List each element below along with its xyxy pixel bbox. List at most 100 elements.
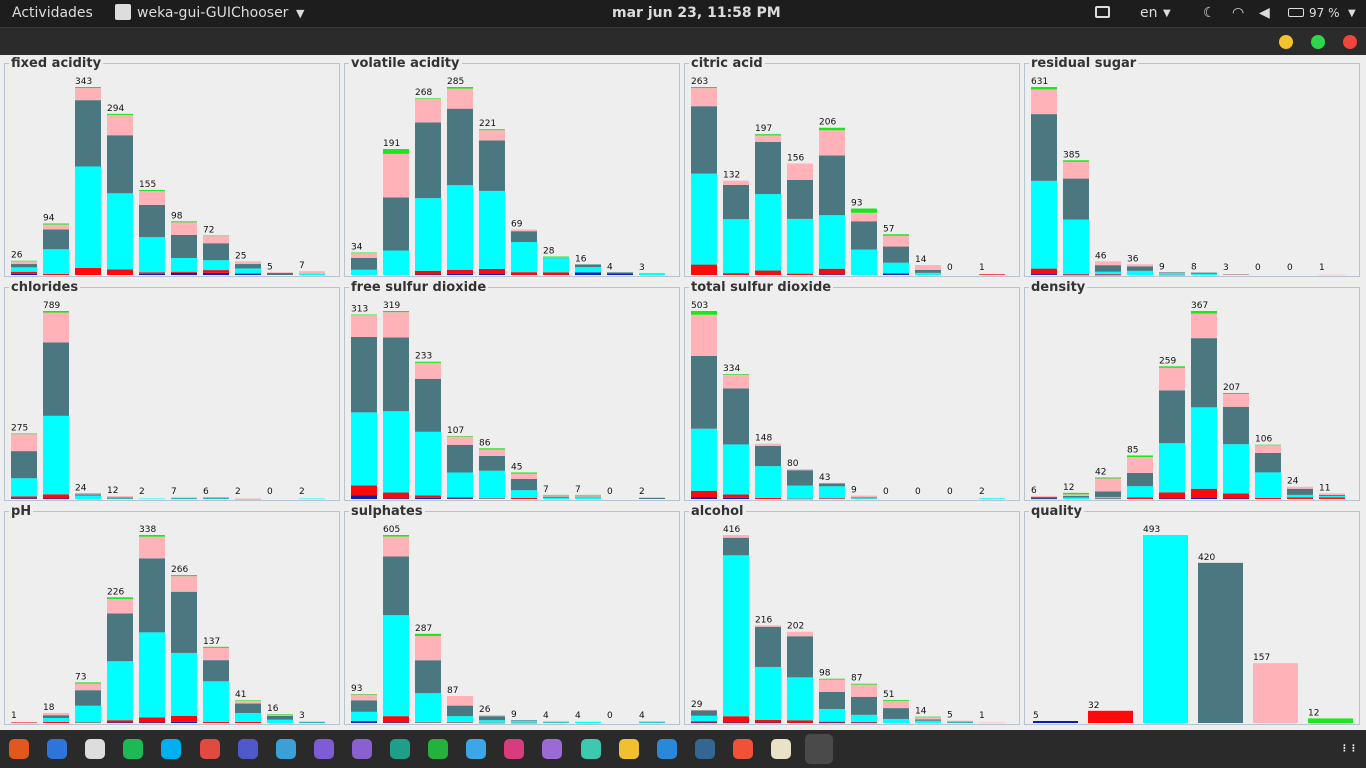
- bar-segment[interactable]: [447, 435, 473, 437]
- bar-segment[interactable]: [575, 497, 601, 499]
- bar-segment[interactable]: [1223, 444, 1249, 494]
- bar-segment[interactable]: [511, 272, 537, 275]
- bar-segment[interactable]: [415, 122, 441, 199]
- bar-segment[interactable]: [415, 495, 441, 498]
- bar-segment[interactable]: [511, 497, 537, 499]
- bar-segment[interactable]: [1095, 274, 1121, 275]
- bar-segment[interactable]: [171, 652, 197, 716]
- bar-segment[interactable]: [447, 444, 473, 473]
- bar-segment[interactable]: [915, 272, 941, 275]
- bar-segment[interactable]: [787, 470, 813, 486]
- bar-segment[interactable]: [819, 482, 845, 484]
- bar-segment[interactable]: [171, 575, 197, 577]
- bar-segment[interactable]: [235, 700, 261, 701]
- bar-segment[interactable]: [351, 700, 377, 712]
- bar-segment[interactable]: [787, 179, 813, 219]
- bar-segment[interactable]: [383, 312, 409, 338]
- bar-segment[interactable]: [203, 497, 229, 499]
- bar-segment[interactable]: [755, 141, 781, 195]
- bar-segment[interactable]: [723, 273, 749, 275]
- bar-segment[interactable]: [299, 498, 325, 500]
- dock-icon-box[interactable]: [618, 739, 639, 759]
- bar-segment[interactable]: [851, 498, 877, 499]
- bar-segment[interactable]: [415, 98, 441, 123]
- bar-segment[interactable]: [415, 633, 441, 636]
- bar-segment[interactable]: [915, 269, 941, 273]
- bar-segment[interactable]: [755, 134, 781, 136]
- bar-segment[interactable]: [447, 273, 473, 275]
- bar-segment[interactable]: [1063, 160, 1089, 162]
- bar-segment[interactable]: [787, 469, 813, 471]
- histogram-panel[interactable]: free sulfur dioxide 313 319 233 107 86 45 7 7 0 2: [344, 280, 680, 501]
- bar-segment[interactable]: [723, 537, 749, 556]
- bar-segment[interactable]: [479, 449, 505, 456]
- bar-segment[interactable]: [447, 88, 473, 109]
- bar-segment[interactable]: [447, 87, 473, 89]
- bar-segment[interactable]: [107, 498, 133, 500]
- bar-segment[interactable]: [75, 87, 101, 89]
- bar-segment[interactable]: [1319, 493, 1345, 495]
- bar-segment[interactable]: [11, 273, 37, 275]
- bar-segment[interactable]: [851, 208, 877, 213]
- bar-segment[interactable]: [107, 597, 133, 599]
- bar-segment[interactable]: [351, 253, 377, 258]
- bar-segment[interactable]: [203, 647, 229, 661]
- bar-segment[interactable]: [1063, 495, 1089, 498]
- bar-segment[interactable]: [479, 714, 505, 717]
- bar-segment[interactable]: [107, 598, 133, 614]
- bar-segment[interactable]: [479, 130, 505, 141]
- bar-segment[interactable]: [1031, 89, 1057, 115]
- bar-segment[interactable]: [511, 472, 537, 474]
- bar-segment[interactable]: [447, 705, 473, 717]
- bar-segment[interactable]: [171, 271, 197, 273]
- bar-segment[interactable]: [883, 699, 909, 701]
- dock-icon-browser[interactable]: [313, 739, 334, 759]
- app-menu-title[interactable]: weka-gui-GUIChooser: [137, 5, 288, 21]
- bar-segment[interactable]: [819, 722, 845, 724]
- bar-segment[interactable]: [691, 710, 717, 716]
- bar-segment[interactable]: [883, 273, 909, 275]
- bar-segment[interactable]: [447, 722, 473, 723]
- bar-segment[interactable]: [267, 714, 293, 716]
- dock-icon-dg[interactable]: [542, 739, 563, 759]
- bar-segment[interactable]: [447, 108, 473, 186]
- bar-segment[interactable]: [1159, 390, 1185, 444]
- bar-segment[interactable]: [1191, 313, 1217, 339]
- bar-segment[interactable]: [691, 721, 717, 723]
- bar-segment[interactable]: [1063, 219, 1089, 275]
- bar-segment[interactable]: [383, 250, 409, 275]
- bar-segment[interactable]: [107, 613, 133, 662]
- bar-segment[interactable]: [851, 714, 877, 723]
- bar-segment[interactable]: [1159, 366, 1185, 368]
- battery-icon[interactable]: [1288, 8, 1304, 17]
- bar-segment[interactable]: [1031, 180, 1057, 269]
- bar-segment[interactable]: [203, 235, 229, 237]
- bar-segment[interactable]: [915, 719, 941, 721]
- bar-segment[interactable]: [1063, 161, 1089, 179]
- bar-segment[interactable]: [43, 721, 69, 723]
- bar-segment[interactable]: [203, 660, 229, 682]
- bar-segment[interactable]: [139, 190, 165, 192]
- bar-segment[interactable]: [415, 431, 441, 496]
- bar-segment[interactable]: [575, 721, 601, 723]
- bar-segment[interactable]: [543, 257, 569, 258]
- bar-segment[interactable]: [235, 264, 261, 269]
- bar-segment[interactable]: [819, 215, 845, 269]
- bar-segment[interactable]: [415, 270, 441, 275]
- bar-segment[interactable]: [947, 720, 973, 722]
- bar-segment[interactable]: [383, 535, 409, 537]
- bar-segment[interactable]: [107, 135, 133, 194]
- bar-segment[interactable]: [11, 271, 37, 274]
- bar-segment[interactable]: [43, 712, 69, 716]
- bar-segment[interactable]: [447, 472, 473, 498]
- bar-segment[interactable]: [755, 443, 781, 446]
- bar-segment[interactable]: [543, 272, 569, 275]
- bar-segment[interactable]: [1031, 87, 1057, 90]
- bar-segment[interactable]: [1063, 494, 1089, 496]
- bar-segment[interactable]: [723, 374, 749, 389]
- bar-segment[interactable]: [139, 498, 165, 500]
- bar-segment[interactable]: [691, 311, 717, 315]
- histogram-panel[interactable]: total sulfur dioxide 503 334 148 80 43 9 0 0 0 2: [684, 280, 1020, 501]
- bar-segment[interactable]: [1031, 268, 1057, 275]
- bar-segment[interactable]: [383, 498, 409, 500]
